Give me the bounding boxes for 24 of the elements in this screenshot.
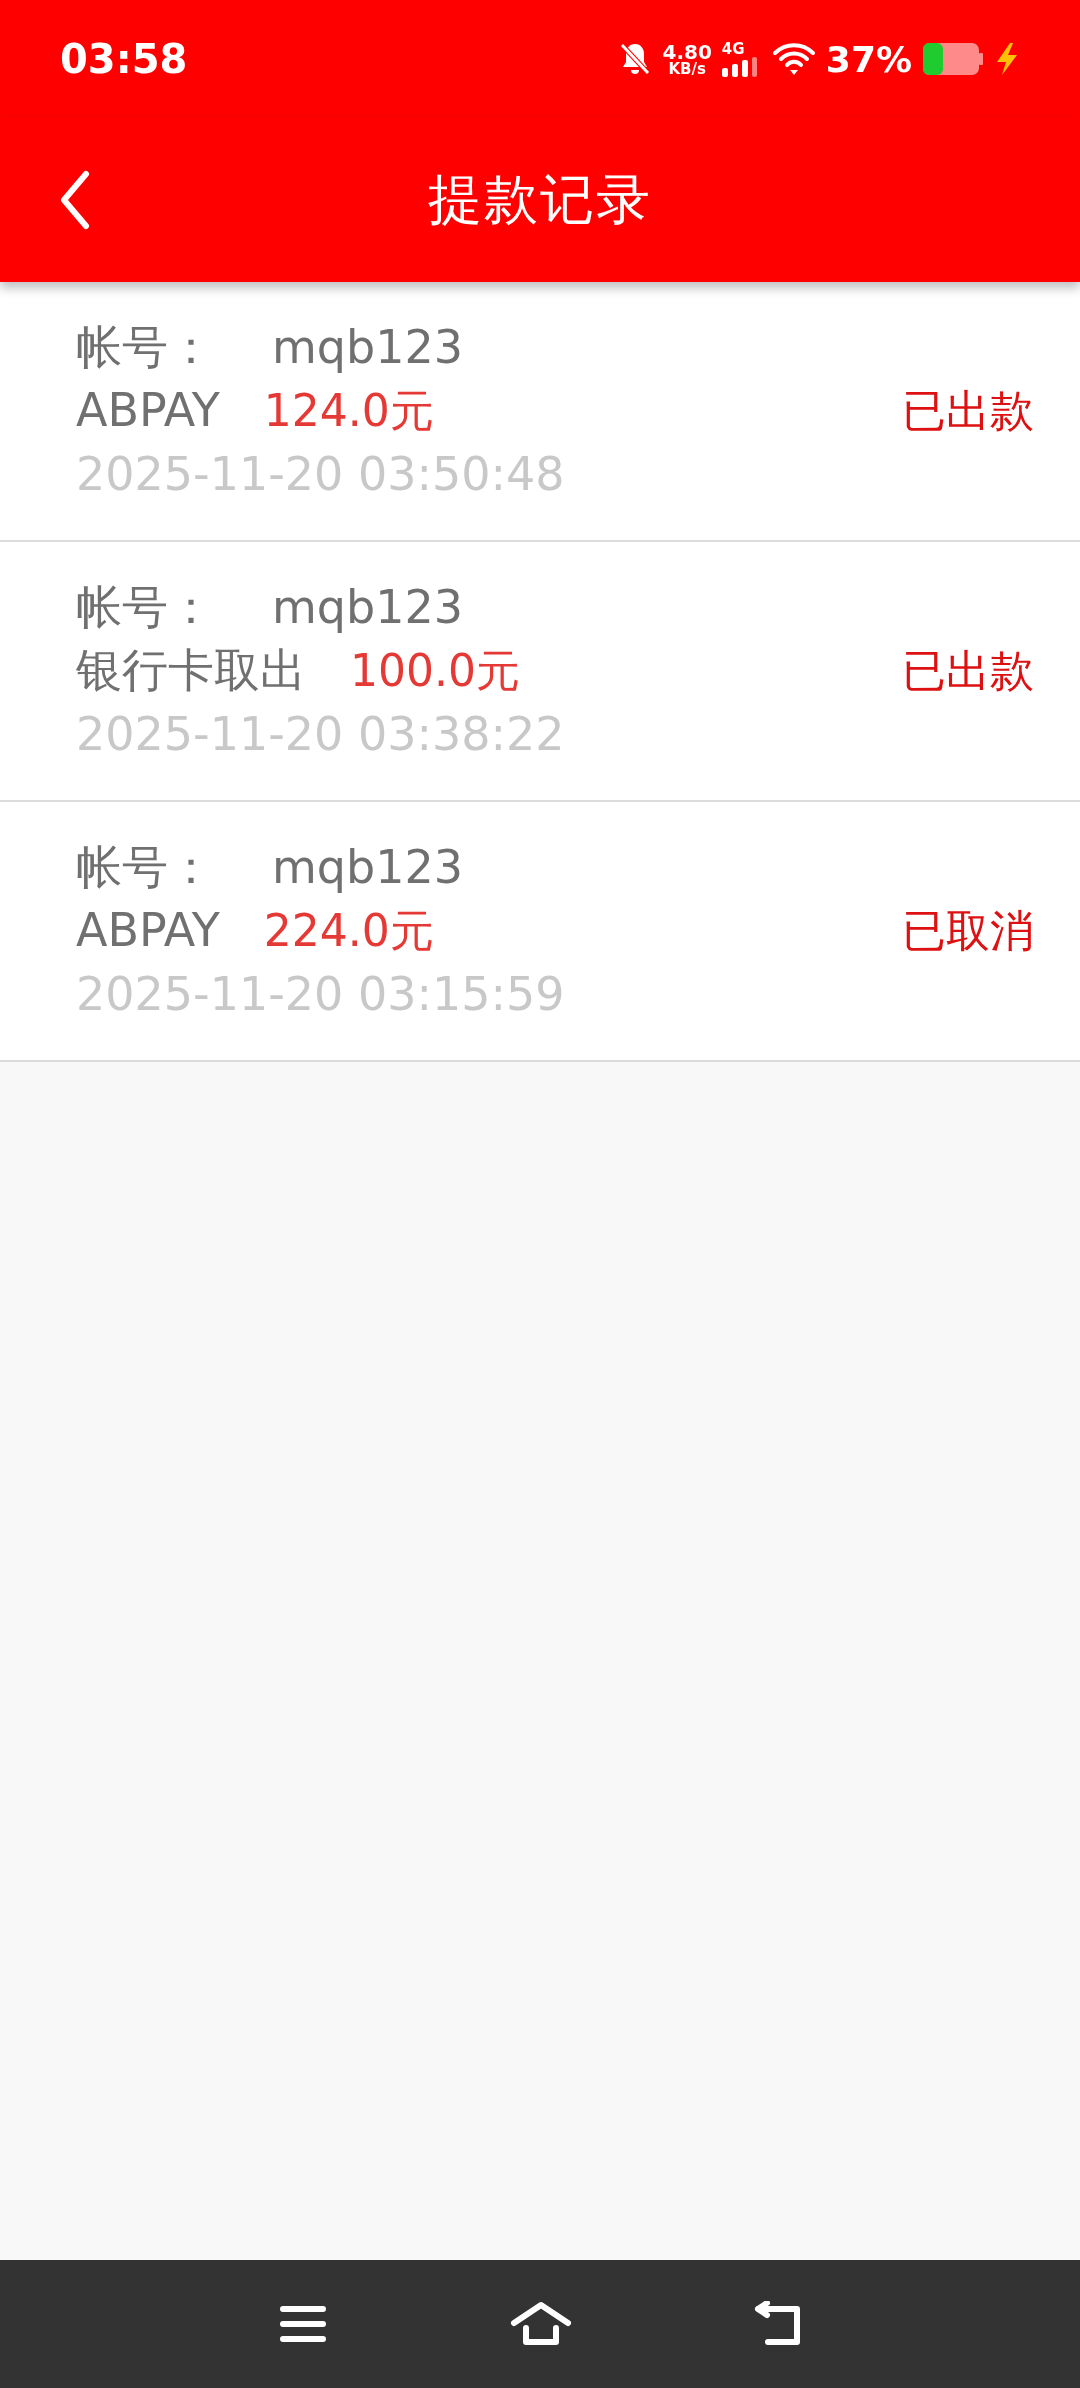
charging-bolt-icon: [994, 42, 1020, 76]
withdraw-amount: 224.0元: [263, 904, 434, 959]
page-title: 提款记录: [428, 166, 652, 233]
withdraw-status: 已出款: [902, 643, 1034, 698]
account-label: 帐号：: [76, 318, 214, 376]
withdraw-amount: 100.0元: [350, 644, 520, 699]
account-value: mqb123: [272, 578, 463, 636]
network-speed-unit: KB/s: [668, 61, 706, 77]
account-label: 帐号：: [76, 838, 214, 896]
clock-time: 03:58: [60, 36, 188, 82]
withdraw-method: ABPAY: [76, 382, 220, 440]
withdraw-status: 已出款: [902, 383, 1034, 438]
withdraw-method: ABPAY: [76, 902, 220, 960]
wifi-icon: [771, 42, 816, 76]
withdraw-method: 银行卡取出: [76, 642, 306, 700]
network-speed-value: 4.80: [662, 41, 712, 62]
account-value: mqb123: [272, 318, 463, 376]
withdraw-amount: 124.0元: [263, 384, 434, 439]
battery-percent: 37%: [825, 38, 912, 80]
network-type: 4G: [721, 41, 746, 57]
account-value: mqb123: [272, 838, 463, 896]
withdraw-status: 已取消: [902, 903, 1034, 958]
battery-icon: [922, 42, 984, 76]
account-label: 帐号：: [76, 578, 214, 636]
